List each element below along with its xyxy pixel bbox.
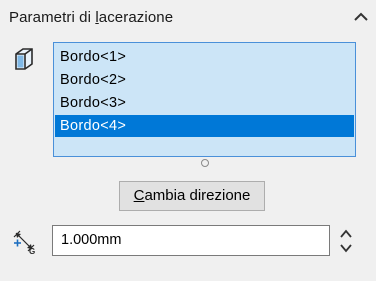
panel-title[interactable]: Parametri di lacerazione — [9, 9, 173, 26]
edges-listbox[interactable]: Bordo<1> Bordo<2> Bordo<3> Bordo<4> — [53, 42, 356, 157]
change-direction-label: ambia direzione — [144, 187, 251, 204]
spin-down-icon[interactable] — [338, 242, 354, 255]
face-selection-icon — [15, 48, 33, 70]
spin-up-icon[interactable] — [338, 227, 354, 240]
change-direction-accel: C — [133, 187, 145, 204]
panel-title-end: acerazione — [98, 9, 174, 26]
edge-item-4[interactable]: Bordo<4> — [55, 115, 354, 137]
edge-item-3[interactable]: Bordo<3> — [55, 92, 354, 114]
change-direction-button[interactable]: Cambia direzione — [119, 181, 265, 211]
distance-input[interactable]: 1.000mm — [52, 225, 330, 256]
panel-title-start: Parametri di — [9, 9, 96, 26]
listbox-resize-handle[interactable] — [201, 159, 209, 167]
rip-parameters-panel: Parametri di lacerazione Bordo<1> Bordo<… — [0, 0, 376, 281]
gap-distance-icon: G — [13, 230, 35, 255]
distance-spinner[interactable] — [338, 227, 354, 255]
chevron-up-icon[interactable] — [352, 10, 370, 24]
edge-item-2[interactable]: Bordo<2> — [55, 69, 354, 91]
edge-item-1[interactable]: Bordo<1> — [55, 46, 354, 68]
svg-text:G: G — [29, 247, 35, 255]
